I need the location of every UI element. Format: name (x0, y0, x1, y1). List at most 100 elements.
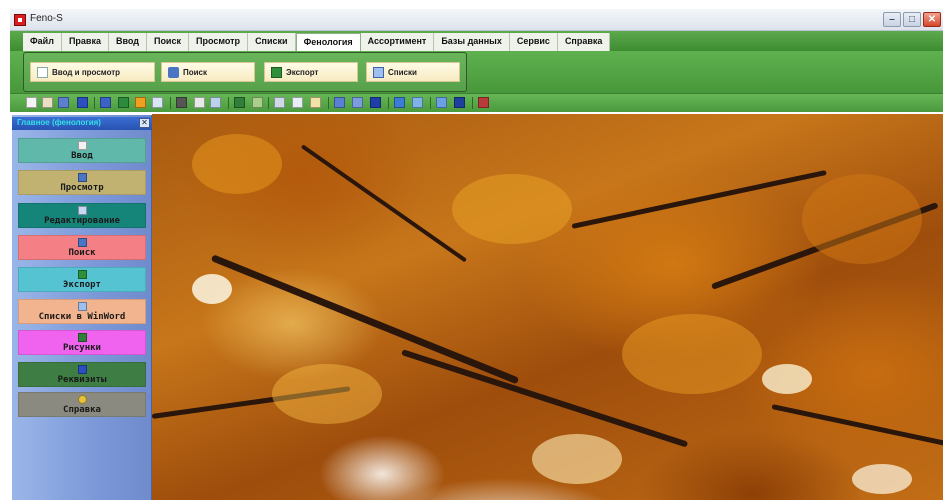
edit-icon (78, 206, 87, 215)
nav-view-label: Просмотр (60, 183, 104, 193)
side-panel-title: Главное (фенология) (17, 118, 101, 127)
leaf-cluster (802, 174, 922, 264)
image-icon[interactable] (135, 97, 146, 108)
ribbon-search-button[interactable]: Поиск (161, 62, 255, 82)
window-icon[interactable] (436, 97, 447, 108)
tab-lists[interactable]: Списки (248, 33, 296, 51)
check-icon[interactable] (194, 97, 205, 108)
toolbar (10, 93, 943, 112)
sky-patch (762, 364, 812, 394)
toolbar-separator (228, 97, 229, 109)
help-icon (78, 395, 87, 404)
stop-icon[interactable] (478, 97, 489, 108)
nav-search-label: Поиск (68, 248, 96, 258)
calendar-icon[interactable] (176, 97, 187, 108)
autumn-leaves-image (152, 114, 943, 500)
excel-icon (271, 66, 282, 78)
paste-icon[interactable] (292, 97, 303, 108)
sky-patch (192, 274, 232, 304)
excel-icon (78, 270, 87, 279)
leaf-cluster (192, 134, 282, 194)
print-icon[interactable] (210, 97, 221, 108)
nav-help-button[interactable]: Справка (18, 392, 146, 417)
tree-branch (210, 254, 520, 385)
grid-icon[interactable] (118, 97, 129, 108)
tree-branch (771, 404, 943, 447)
nav-winword-lists-button[interactable]: Списки в WinWord (18, 299, 146, 324)
tab-file[interactable]: Файл (23, 33, 62, 51)
new-document-icon[interactable] (26, 97, 37, 108)
nav-pictures-label: Рисунки (63, 343, 101, 353)
leaf-cluster (622, 314, 762, 394)
maximize-icon: □ (908, 14, 916, 25)
binoculars-icon (78, 173, 87, 182)
tab-search[interactable]: Поиск (146, 33, 189, 51)
tab-databases[interactable]: Базы данных (434, 33, 510, 51)
list-icon (373, 66, 384, 78)
leaf-cluster (272, 364, 382, 424)
tab-assortment[interactable]: Ассортимент (360, 33, 435, 51)
nav-edit-button[interactable]: Редактирование (18, 203, 146, 228)
tab-phenology[interactable]: Фенология (295, 33, 361, 51)
tab-view[interactable]: Просмотр (188, 33, 249, 51)
tab-service[interactable]: Сервис (509, 33, 558, 51)
table-icon[interactable] (100, 97, 111, 108)
layout-icon[interactable] (234, 97, 245, 108)
nav-view-button[interactable]: Просмотр (18, 170, 146, 195)
document-icon (37, 66, 48, 78)
nav-input-button[interactable]: Ввод (18, 138, 146, 163)
toolbar-separator (472, 97, 473, 109)
tree-branch (300, 144, 467, 263)
nav-requisites-button[interactable]: Реквизиты (18, 362, 146, 387)
requisites-icon (78, 365, 87, 374)
nav-search-button[interactable]: Поиск (18, 235, 146, 260)
nav-help-label: Справка (63, 405, 101, 415)
binoculars-icon (168, 66, 179, 78)
document-icon (78, 141, 87, 150)
picture-icon (78, 333, 87, 342)
ribbon: Ввод и просмотр Поиск Экспорт Списки (10, 51, 943, 93)
toolbar-separator (170, 97, 171, 109)
tab-edit[interactable]: Правка (61, 33, 109, 51)
toolbar-separator (430, 97, 431, 109)
tool-icon[interactable] (77, 97, 88, 108)
close-button[interactable]: ✕ (923, 12, 941, 27)
tab-input[interactable]: Ввод (108, 33, 147, 51)
undo-icon[interactable] (334, 97, 345, 108)
paste-special-icon[interactable] (310, 97, 321, 108)
copy-icon[interactable] (252, 97, 263, 108)
toolbar-separator (94, 97, 95, 109)
nav-pictures-button[interactable]: Рисунки (18, 330, 146, 355)
cut-icon[interactable] (274, 97, 285, 108)
nav-export-button[interactable]: Экспорт (18, 267, 146, 292)
nav-edit-label: Редактирование (44, 216, 120, 226)
toolbar-separator (388, 97, 389, 109)
open-icon[interactable] (42, 97, 53, 108)
blue-window-icon[interactable] (454, 97, 465, 108)
sky-patch (532, 434, 622, 484)
menu-tabs: Файл Правка Ввод Поиск Просмотр Списки Ф… (23, 33, 611, 51)
ribbon-group-phenology: Ввод и просмотр Поиск Экспорт Списки (23, 52, 467, 92)
side-panel-close-icon[interactable]: ✕ (139, 118, 150, 128)
minimize-icon: – (889, 14, 895, 25)
ribbon-lists-button[interactable]: Списки (366, 62, 460, 82)
globe-icon[interactable] (394, 97, 405, 108)
input-and-view-button[interactable]: Ввод и просмотр (30, 62, 155, 82)
text-icon[interactable] (152, 97, 163, 108)
minimize-button[interactable]: – (883, 12, 901, 27)
tree-branch (571, 169, 827, 229)
window-controls: – □ ✕ (883, 12, 941, 27)
redo-icon[interactable] (352, 97, 363, 108)
list-icon (78, 302, 87, 311)
tab-help[interactable]: Справка (557, 33, 611, 51)
sky-patch (852, 464, 912, 494)
maximize-button[interactable]: □ (903, 12, 921, 27)
help-icon[interactable] (412, 97, 423, 108)
window-title: Feno-S (30, 13, 63, 24)
nav-winword-lists-label: Списки в WinWord (38, 312, 126, 322)
side-panel: Главное (фенология) ✕ Ввод Просмотр Реда… (12, 115, 152, 500)
ribbon-lists-label: Списки (388, 67, 417, 77)
ribbon-export-button[interactable]: Экспорт (264, 62, 358, 82)
save-icon[interactable] (370, 97, 381, 108)
find-icon[interactable] (58, 97, 69, 108)
